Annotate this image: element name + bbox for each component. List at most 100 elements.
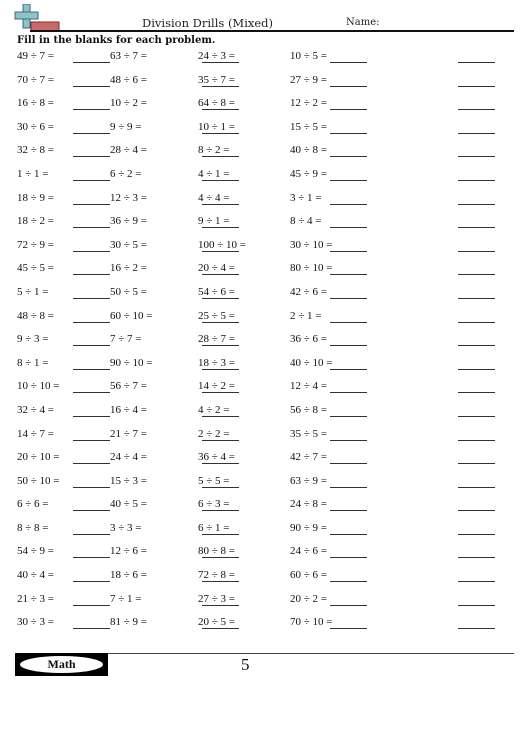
answer-blank[interactable]: [202, 463, 239, 465]
answer-blank[interactable]: [202, 321, 239, 323]
answer-blank[interactable]: [73, 109, 110, 111]
answer-blank[interactable]: [458, 274, 495, 276]
answer-blank[interactable]: [202, 250, 239, 252]
answer-blank[interactable]: [202, 109, 239, 111]
answer-blank[interactable]: [202, 132, 239, 134]
answer-blank[interactable]: [458, 132, 495, 134]
answer-blank[interactable]: [202, 415, 239, 417]
answer-blank[interactable]: [330, 604, 367, 606]
answer-blank[interactable]: [458, 109, 495, 111]
answer-blank[interactable]: [73, 415, 110, 417]
answer-blank[interactable]: [330, 85, 367, 87]
answer-blank[interactable]: [330, 368, 367, 370]
answer-blank[interactable]: [202, 604, 239, 606]
answer-blank[interactable]: [458, 179, 495, 181]
answer-blank[interactable]: [73, 156, 110, 158]
answer-blank[interactable]: [458, 415, 495, 417]
answer-blank[interactable]: [458, 62, 495, 63]
answer-blank[interactable]: [458, 250, 495, 252]
answer-blank[interactable]: [202, 439, 239, 441]
answer-blank[interactable]: [330, 415, 367, 417]
answer-blank[interactable]: [458, 156, 495, 158]
answer-blank[interactable]: [330, 132, 367, 134]
answer-blank[interactable]: [73, 179, 110, 181]
answer-blank[interactable]: [458, 581, 495, 583]
answer-blank[interactable]: [202, 368, 239, 370]
answer-blank[interactable]: [202, 392, 239, 394]
answer-blank[interactable]: [202, 533, 239, 535]
answer-blank[interactable]: [330, 62, 367, 63]
answer-blank[interactable]: [330, 321, 367, 323]
answer-blank[interactable]: [202, 156, 239, 158]
answer-blank[interactable]: [202, 510, 239, 512]
answer-blank[interactable]: [73, 368, 110, 370]
answer-blank[interactable]: [458, 533, 495, 535]
answer-blank[interactable]: [458, 392, 495, 394]
answer-blank[interactable]: [73, 297, 110, 299]
answer-blank[interactable]: [330, 486, 367, 488]
answer-blank[interactable]: [458, 297, 495, 299]
answer-blank[interactable]: [458, 486, 495, 488]
answer-blank[interactable]: [330, 581, 367, 583]
answer-blank[interactable]: [73, 227, 110, 229]
answer-blank[interactable]: [330, 510, 367, 512]
answer-blank[interactable]: [202, 628, 239, 630]
answer-blank[interactable]: [330, 203, 367, 205]
answer-blank[interactable]: [73, 510, 110, 512]
answer-blank[interactable]: [330, 297, 367, 299]
answer-blank[interactable]: [73, 581, 110, 583]
answer-blank[interactable]: [330, 463, 367, 465]
answer-blank[interactable]: [73, 203, 110, 205]
answer-blank[interactable]: [73, 439, 110, 441]
answer-blank[interactable]: [202, 274, 239, 276]
answer-blank[interactable]: [202, 179, 239, 181]
answer-blank[interactable]: [73, 85, 110, 87]
answer-blank[interactable]: [73, 486, 110, 488]
answer-blank[interactable]: [330, 345, 367, 347]
answer-blank[interactable]: [458, 321, 495, 323]
answer-blank[interactable]: [73, 250, 110, 252]
answer-blank[interactable]: [73, 132, 110, 134]
answer-blank[interactable]: [202, 62, 239, 63]
answer-blank[interactable]: [458, 604, 495, 606]
answer-blank[interactable]: [330, 109, 367, 111]
answer-blank[interactable]: [330, 628, 367, 630]
answer-blank[interactable]: [330, 439, 367, 441]
answer-blank[interactable]: [202, 297, 239, 299]
answer-blank[interactable]: [330, 557, 367, 559]
answer-blank[interactable]: [202, 85, 239, 87]
answer-blank[interactable]: [458, 628, 495, 630]
answer-blank[interactable]: [73, 274, 110, 276]
answer-blank[interactable]: [73, 604, 110, 606]
answer-blank[interactable]: [73, 321, 110, 323]
answer-blank[interactable]: [202, 345, 239, 347]
answer-blank[interactable]: [458, 203, 495, 205]
answer-blank[interactable]: [330, 227, 367, 229]
answer-blank[interactable]: [458, 439, 495, 441]
answer-blank[interactable]: [458, 510, 495, 512]
answer-blank[interactable]: [458, 85, 495, 87]
answer-blank[interactable]: [202, 486, 239, 488]
answer-blank[interactable]: [73, 62, 110, 63]
answer-blank[interactable]: [73, 628, 110, 630]
answer-blank[interactable]: [73, 533, 110, 535]
answer-blank[interactable]: [458, 557, 495, 559]
answer-blank[interactable]: [330, 250, 367, 252]
answer-blank[interactable]: [73, 557, 110, 559]
answer-blank[interactable]: [202, 581, 239, 583]
answer-blank[interactable]: [73, 345, 110, 347]
answer-blank[interactable]: [330, 392, 367, 394]
answer-blank[interactable]: [458, 463, 495, 465]
answer-blank[interactable]: [330, 274, 367, 276]
answer-blank[interactable]: [202, 203, 239, 205]
answer-blank[interactable]: [330, 533, 367, 535]
answer-blank[interactable]: [458, 368, 495, 370]
answer-blank[interactable]: [458, 227, 495, 229]
answer-blank[interactable]: [330, 179, 367, 181]
answer-blank[interactable]: [458, 345, 495, 347]
answer-blank[interactable]: [330, 156, 367, 158]
answer-blank[interactable]: [202, 227, 239, 229]
answer-blank[interactable]: [202, 557, 239, 559]
answer-blank[interactable]: [73, 463, 110, 465]
answer-blank[interactable]: [73, 392, 110, 394]
